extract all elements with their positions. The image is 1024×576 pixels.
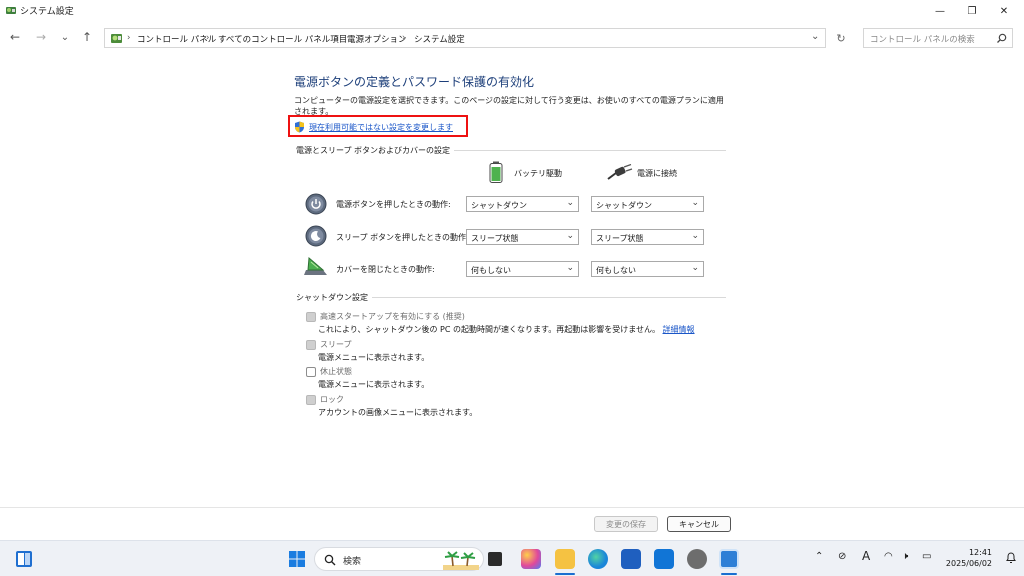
maximize-button[interactable]: ❐ bbox=[956, 0, 988, 22]
battery-status-icon[interactable]: ▭ bbox=[922, 551, 931, 562]
start-windows-icon[interactable] bbox=[288, 550, 306, 568]
lock-label: ロック bbox=[320, 395, 344, 404]
notification-bell-icon[interactable] bbox=[1005, 552, 1017, 564]
control-panel-icon bbox=[111, 34, 122, 43]
lid-close-action-label: カバーを閉じたときの動作: bbox=[336, 265, 435, 274]
fast-startup-description: これにより、シャットダウン後の PC の起動時間が速くなります。再起動は影響を受… bbox=[318, 325, 695, 334]
power-button-icon bbox=[305, 193, 327, 215]
power-section-title: 電源とスリープ ボタンおよびカバーの設定 bbox=[296, 145, 455, 156]
task-view-icon[interactable] bbox=[488, 552, 502, 566]
back-arrow-icon[interactable]: ← bbox=[6, 28, 24, 46]
hibernate-label: 休止状態 bbox=[320, 367, 352, 376]
breadcrumb-control-panel[interactable]: コントロール パネル bbox=[137, 33, 216, 45]
power-plug-icon bbox=[607, 164, 633, 180]
store-icon[interactable] bbox=[621, 549, 641, 569]
active-app-indicator bbox=[555, 573, 575, 575]
taskbar-search-placeholder: 検索 bbox=[343, 557, 362, 567]
page-title: 電源ボタンの定義とパスワード保護の有効化 bbox=[294, 75, 535, 89]
battery-icon bbox=[489, 161, 503, 183]
clock-date: 2025/06/02 bbox=[945, 559, 992, 568]
lid-close-plugged-select[interactable]: 何もしない ⌄ bbox=[591, 261, 704, 277]
address-dropdown-chevron-icon[interactable]: ⌄ bbox=[811, 31, 819, 42]
recent-locations-chevron-icon[interactable]: ⌄ bbox=[56, 28, 74, 46]
power-button-plugged-select[interactable]: シャットダウン ⌄ bbox=[591, 196, 704, 212]
search-placeholder: コントロール パネルの検索 bbox=[870, 35, 975, 45]
sleep-button-battery-select[interactable]: スリープ状態 ⌄ bbox=[466, 229, 579, 245]
page-description: コンピューターの電源設定を選択できます。このページの設定に対して行う変更は、お使… bbox=[294, 96, 724, 116]
search-icon bbox=[324, 554, 336, 566]
chevron-down-icon: ⌄ bbox=[566, 198, 574, 208]
wifi-icon[interactable]: ◠ bbox=[884, 551, 893, 562]
palm-trees-icon bbox=[443, 551, 479, 570]
breadcrumb-separator: › bbox=[335, 33, 339, 43]
close-button[interactable]: ✕ bbox=[988, 0, 1020, 22]
title-bar: システム設定 — ❐ ✕ bbox=[0, 0, 1024, 22]
network-status-icon[interactable]: ⊘ bbox=[838, 551, 846, 562]
ime-mode-indicator[interactable]: A bbox=[862, 549, 870, 563]
fast-startup-checkbox[interactable] bbox=[306, 312, 316, 322]
lock-description: アカウントの画像メニューに表示されます。 bbox=[318, 408, 478, 417]
cancel-button[interactable]: キャンセル bbox=[667, 516, 731, 532]
power-button-action-label: 電源ボタンを押したときの動作: bbox=[336, 200, 451, 209]
breadcrumb-all-items[interactable]: すべてのコントロール パネル項目 bbox=[218, 33, 347, 45]
speaker-muted-icon[interactable]: 🕨 bbox=[902, 551, 908, 562]
column-header-battery: バッテリ駆動 bbox=[514, 169, 562, 178]
laptop-lid-icon bbox=[304, 256, 327, 275]
refresh-icon[interactable]: ↻ bbox=[830, 28, 852, 48]
fast-startup-label: 高速スタートアップを有効にする (推奨) bbox=[320, 312, 465, 321]
sleep-checkbox[interactable] bbox=[306, 340, 316, 350]
outlook-icon[interactable] bbox=[654, 549, 674, 569]
minimize-button[interactable]: — bbox=[924, 0, 956, 22]
taskbar: 検索 ⌃ ⊘ A ◠ 🕨 ▭ 12:41 2025/06/02 bbox=[0, 540, 1024, 576]
address-bar[interactable]: › コントロール パネル › すべてのコントロール パネル項目 › 電源オプショ… bbox=[104, 28, 826, 48]
sleep-label: スリープ bbox=[320, 340, 352, 349]
lid-close-battery-select[interactable]: 何もしない ⌄ bbox=[466, 261, 579, 277]
chevron-down-icon: ⌄ bbox=[691, 231, 699, 241]
lock-checkbox[interactable] bbox=[306, 395, 316, 405]
taskbar-search-input[interactable]: 検索 bbox=[314, 547, 484, 571]
shutdown-section-title: シャットダウン設定 bbox=[296, 292, 372, 303]
chevron-down-icon: ⌄ bbox=[566, 263, 574, 273]
breadcrumb-separator: › bbox=[402, 33, 406, 43]
search-icon bbox=[997, 33, 1007, 43]
settings-gear-icon[interactable] bbox=[687, 549, 707, 569]
widgets-icon[interactable] bbox=[15, 550, 33, 568]
save-changes-button[interactable]: 変更の保存 bbox=[594, 516, 658, 532]
power-button-battery-select[interactable]: シャットダウン ⌄ bbox=[466, 196, 579, 212]
learn-more-link[interactable]: 詳細情報 bbox=[663, 325, 695, 334]
breadcrumb-separator: › bbox=[206, 33, 210, 43]
search-input[interactable]: コントロール パネルの検索 bbox=[863, 28, 1013, 48]
edge-browser-icon[interactable] bbox=[588, 549, 608, 569]
sleep-description: 電源メニューに表示されます。 bbox=[318, 353, 430, 362]
forward-arrow-icon[interactable]: → bbox=[32, 28, 50, 46]
up-arrow-icon[interactable]: ↑ bbox=[78, 28, 96, 46]
file-explorer-icon[interactable] bbox=[555, 549, 575, 569]
chevron-down-icon: ⌄ bbox=[691, 263, 699, 273]
hibernate-description: 電源メニューに表示されます。 bbox=[318, 380, 430, 389]
highlight-box bbox=[288, 115, 468, 137]
footer-divider bbox=[0, 507, 1024, 508]
hibernate-checkbox[interactable] bbox=[306, 367, 316, 377]
chevron-down-icon: ⌄ bbox=[566, 231, 574, 241]
window-title: システム設定 bbox=[20, 7, 74, 17]
clock[interactable]: 12:41 2025/06/02 bbox=[944, 547, 992, 569]
clock-time: 12:41 bbox=[968, 548, 992, 557]
show-hidden-icons-chevron-icon[interactable]: ⌃ bbox=[815, 551, 823, 562]
power-options-app-icon bbox=[6, 7, 16, 14]
chevron-down-icon: ⌄ bbox=[691, 198, 699, 208]
active-app-indicator bbox=[721, 573, 737, 575]
sleep-button-icon bbox=[305, 225, 327, 247]
breadcrumb-power-options[interactable]: 電源オプション bbox=[347, 33, 407, 45]
breadcrumb-separator: › bbox=[127, 33, 131, 43]
breadcrumb-system-settings[interactable]: システム設定 bbox=[414, 33, 465, 45]
column-header-plugged-in: 電源に接続 bbox=[637, 169, 677, 178]
control-panel-taskbar-icon[interactable] bbox=[719, 549, 739, 569]
copilot-icon[interactable] bbox=[521, 549, 541, 569]
sleep-button-action-label: スリープ ボタンを押したときの動作: bbox=[336, 233, 469, 242]
sleep-button-plugged-select[interactable]: スリープ状態 ⌄ bbox=[591, 229, 704, 245]
